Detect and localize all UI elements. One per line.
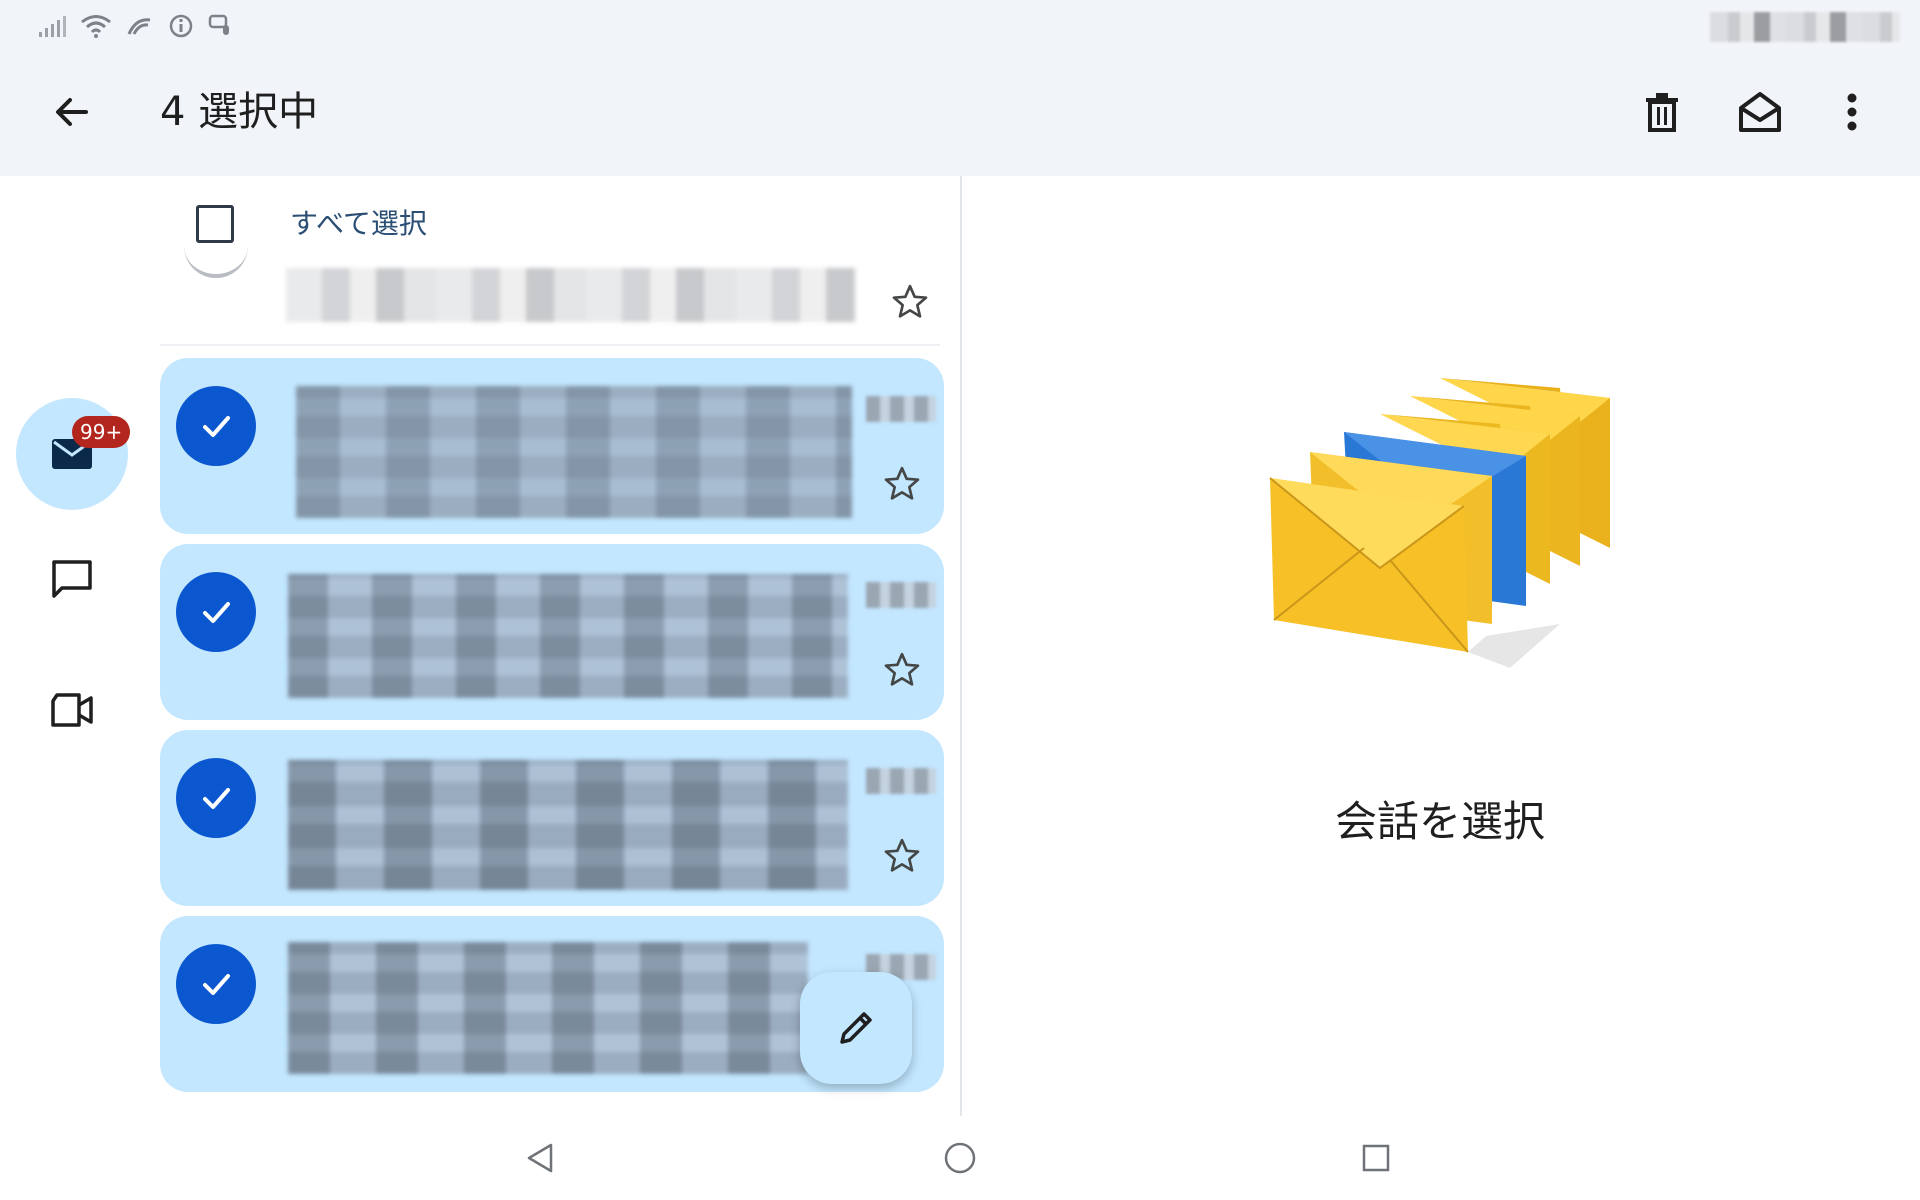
star-button[interactable] xyxy=(876,830,928,882)
blurred-content xyxy=(288,942,808,1074)
select-all-label: すべて選択 xyxy=(290,207,427,240)
circle-home-icon xyxy=(944,1142,976,1174)
selected-email-row[interactable] xyxy=(160,544,944,720)
selected-check-icon xyxy=(176,386,256,466)
video-icon xyxy=(51,693,93,727)
trash-icon xyxy=(1646,93,1678,132)
status-bar xyxy=(38,10,234,42)
pane-divider xyxy=(960,176,962,1116)
selected-email-row[interactable] xyxy=(160,358,944,534)
nfc-icon xyxy=(127,18,151,35)
rail-mail-button[interactable] xyxy=(16,398,128,510)
selected-check-icon xyxy=(176,572,256,652)
list-item[interactable] xyxy=(160,262,940,346)
blurred-time xyxy=(866,582,936,608)
nav-back-button[interactable] xyxy=(508,1126,572,1190)
star-icon xyxy=(884,652,920,686)
more-vert-icon xyxy=(1847,93,1857,131)
rail-chat-button[interactable] xyxy=(40,548,104,612)
blurred-time xyxy=(866,768,936,794)
signal-icon xyxy=(39,16,66,37)
chat-icon xyxy=(52,560,92,598)
assistant-icon xyxy=(208,14,229,35)
more-options-button[interactable] xyxy=(1820,80,1884,144)
unread-count-badge: 99+ xyxy=(72,416,131,448)
wifi-icon xyxy=(81,15,111,38)
square-recents-icon xyxy=(1362,1144,1390,1172)
blurred-time xyxy=(866,396,936,422)
delete-button[interactable] xyxy=(1630,80,1694,144)
star-icon xyxy=(884,838,920,872)
selected-check-icon xyxy=(176,944,256,1024)
star-button[interactable] xyxy=(876,458,928,510)
select-conversation-label: 会話を選択 xyxy=(1334,797,1545,846)
star-icon xyxy=(884,466,920,500)
compose-button[interactable] xyxy=(800,972,912,1084)
mail-open-icon xyxy=(1739,92,1781,132)
star-icon xyxy=(892,284,928,318)
triangle-back-icon xyxy=(527,1143,553,1173)
selection-count-title: 4 選択中 xyxy=(160,89,319,135)
mark-unread-button[interactable] xyxy=(1728,80,1792,144)
blurred-content xyxy=(288,574,848,698)
app-bar: 4 選択中 xyxy=(0,70,1920,154)
back-button[interactable] xyxy=(40,80,104,144)
star-button[interactable] xyxy=(884,276,936,328)
top-bar-area: 4 選択中 xyxy=(0,0,1920,176)
rail-meet-button[interactable] xyxy=(40,678,104,742)
nav-home-button[interactable] xyxy=(928,1126,992,1190)
blurred-content xyxy=(286,268,856,322)
info-icon xyxy=(169,14,193,38)
selected-email-row[interactable] xyxy=(160,730,944,906)
pencil-icon xyxy=(840,1012,872,1044)
blurred-content xyxy=(296,386,852,518)
system-navigation-bar xyxy=(0,1116,1920,1200)
arrow-left-icon xyxy=(56,98,88,126)
status-bar-right-blurred xyxy=(1710,12,1900,42)
envelopes-illustration-icon xyxy=(1269,378,1610,668)
blurred-content xyxy=(288,760,848,890)
star-button[interactable] xyxy=(876,644,928,696)
selected-check-icon xyxy=(176,758,256,838)
nav-recents-button[interactable] xyxy=(1344,1126,1408,1190)
